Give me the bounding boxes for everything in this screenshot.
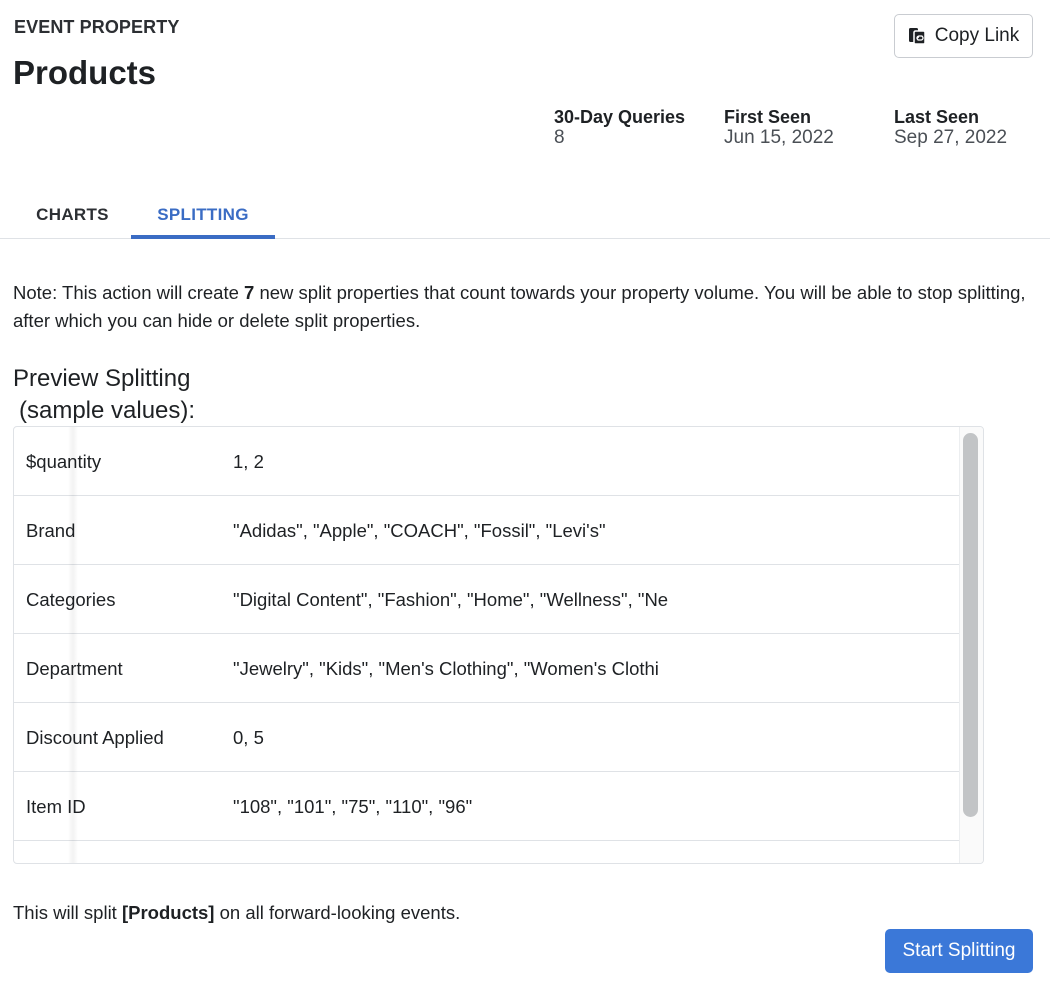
table-row: $quantity 1, 2 (14, 427, 959, 496)
preview-table[interactable]: $quantity 1, 2 Brand "Adidas", "Apple", … (13, 426, 984, 864)
property-name: $quantity (26, 450, 102, 472)
stat-value: Jun 15, 2022 (724, 127, 834, 148)
start-splitting-button[interactable]: Start Splitting (885, 929, 1033, 973)
tab-charts[interactable]: CHARTS (14, 196, 131, 239)
preview-title-line1: Preview Splitting (13, 365, 191, 392)
sample-values: "Digital Content", "Fashion", "Home", "W… (233, 588, 669, 610)
table-row: Discount Applied 0, 5 (14, 703, 959, 772)
stat-label: 30-Day Queries (554, 107, 686, 127)
event-property-eyebrow: EVENT PROPERTY (14, 17, 180, 37)
page-title: Products (13, 54, 157, 91)
summary-prefix: This will split (13, 902, 122, 923)
table-row: Department "Jewelry", "Kids", "Men's Clo… (14, 634, 959, 703)
copy-link-button[interactable]: Copy Link (894, 14, 1033, 58)
sample-values: "108", "101", "75", "110", "96" (233, 795, 473, 817)
property-name: Item ID (26, 795, 86, 817)
property-name: Discount Applied (26, 726, 164, 748)
sample-values: 1, 2 (233, 450, 264, 472)
stat-label: First Seen (724, 107, 812, 127)
property-name: Department (26, 657, 123, 679)
copy-link-icon (908, 28, 926, 45)
stat-30-day-queries: 30-Day Queries 8 (554, 107, 685, 149)
table-row (14, 841, 959, 863)
note-count: 7 (244, 282, 255, 303)
sample-values: "Jewelry", "Kids", "Men's Clothing", "Wo… (233, 657, 659, 679)
table-row: Categories "Digital Content", "Fashion",… (14, 565, 959, 634)
split-note: Note: This action will create 7 new spli… (13, 279, 1033, 335)
summary-property: [Products] (121, 902, 215, 923)
property-name: Brand (26, 519, 76, 541)
stat-first-seen: First Seen Jun 15, 2022 (724, 107, 834, 149)
table-row: Brand "Adidas", "Apple", "COACH", "Fossi… (14, 496, 959, 565)
scrollbar-thumb[interactable] (963, 433, 978, 817)
note-prefix: Note: This action will create (13, 282, 245, 303)
tab-splitting[interactable]: SPLITTING (131, 196, 275, 239)
table-row: Item ID "108", "101", "75", "110", "96" (14, 772, 959, 841)
stat-last-seen: Last Seen Sep 27, 2022 (894, 107, 1007, 149)
summary-suffix: on all forward-looking events. (214, 902, 461, 923)
property-name: Categories (26, 588, 116, 610)
stat-label: Last Seen (894, 107, 980, 127)
stat-value: Sep 27, 2022 (894, 127, 1008, 148)
preview-title-line2: (sample values): (19, 397, 196, 424)
preview-title: Preview Splitting (sample values): (13, 363, 195, 427)
stat-value: 8 (554, 127, 565, 148)
sample-values: 0, 5 (233, 726, 264, 748)
split-summary: This will split [Products] on all forwar… (13, 902, 460, 924)
copy-link-label: Copy Link (934, 25, 1020, 46)
tab-bar: CHARTS SPLITTING (0, 196, 1050, 239)
sample-values: "Adidas", "Apple", "COACH", "Fossil", "L… (233, 519, 606, 541)
sample-values (233, 841, 690, 863)
